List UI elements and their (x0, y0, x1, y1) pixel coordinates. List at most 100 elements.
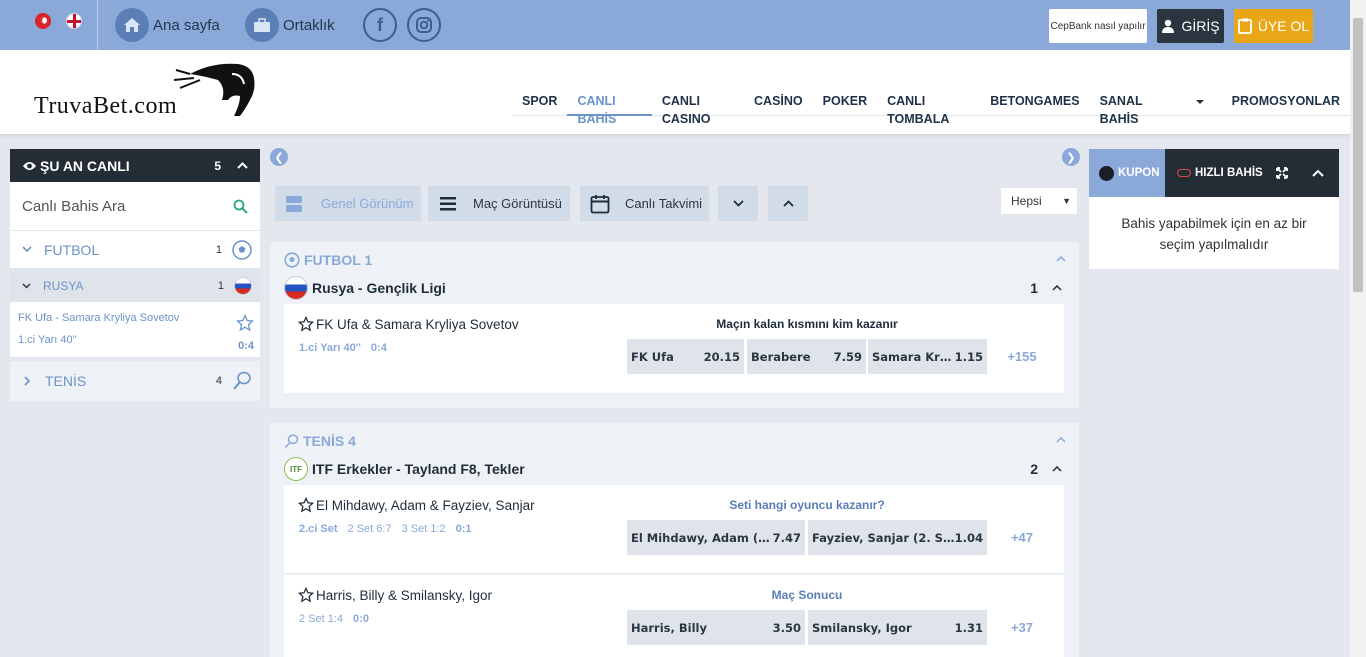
match-view-button[interactable]: Maç Görüntüsü (428, 186, 570, 221)
match-card[interactable]: FK Ufa & Samara Kryliya Sovetov 1.ci Yar… (284, 304, 1064, 393)
match-card[interactable]: Harris, Billy & Smilansky, Igor 2 Set 1:… (284, 575, 1064, 657)
tab-quick-bet[interactable]: HIZLI BAHİS (1165, 149, 1263, 197)
sidebar-match-time: 1.ci Yarı 40'' (18, 334, 77, 346)
odd-button[interactable]: FK Ufa 20.15 (627, 339, 744, 374)
tennis-racket-icon (233, 371, 251, 390)
cepbank-button[interactable]: CepBank nasıl yapılır (1049, 9, 1147, 43)
partner-link[interactable]: Ortaklık (245, 8, 335, 42)
clipboard-icon (1237, 18, 1252, 34)
sport-label: TENİS (45, 373, 87, 389)
tab-coupon[interactable]: KUPON (1089, 149, 1165, 197)
odd-button[interactable]: El Mihdawy, Adam (2. S... 7.47 (627, 520, 805, 555)
star-icon[interactable] (298, 497, 314, 513)
chevron-up-icon[interactable] (1056, 256, 1066, 262)
live-search-input[interactable]: Canlı Bahis Ara (22, 198, 125, 215)
more-markets-button[interactable]: +37 (992, 610, 1052, 645)
sidebar-sport-tenis[interactable]: TENİS 4 (10, 361, 260, 401)
carousel-next-button[interactable]: ❯ (1062, 148, 1080, 166)
sport-count: 4 (215, 375, 222, 387)
odd-button[interactable]: Fayziev, Sanjar (2. Set) 1.04 (808, 520, 987, 555)
odd-value: 1.31 (954, 620, 983, 635)
odd-value: 3.50 (772, 620, 801, 635)
country-count: 1 (217, 279, 224, 292)
league-name: ITF Erkekler - Tayland F8, Tekler (312, 461, 525, 477)
caret-down-icon: ▼ (1062, 196, 1071, 206)
more-markets-button[interactable]: +47 (992, 520, 1052, 555)
match-card[interactable]: El Mihdawy, Adam & Fayziev, Sanjar 2.ci … (284, 485, 1064, 574)
odd-label: FK Ufa (631, 349, 674, 364)
expand-icon[interactable] (1276, 167, 1288, 179)
section-title[interactable]: TENİS 4 (284, 433, 356, 449)
odd-button[interactable]: Harris, Billy 3.50 (627, 610, 805, 645)
sidebar-match-score: 0:4 (238, 340, 254, 352)
match-name: El Mihdawy, Adam & Fayziev, Sanjar (298, 497, 535, 513)
nav-item-canli-casino[interactable]: CANLI CASINO (652, 92, 744, 126)
sidebar-live-match[interactable]: FK Ufa - Samara Kryliya Sovetov 1.ci Yar… (10, 302, 260, 357)
chevron-down-icon (22, 246, 32, 253)
chevron-up-icon[interactable] (1056, 437, 1066, 443)
more-markets-button[interactable]: +155 (992, 339, 1052, 374)
match-view-label: Maç Görüntüsü (473, 196, 562, 211)
chevron-up-icon[interactable] (1312, 170, 1324, 177)
league-header[interactable]: Rusya - Gençlik Ligi 1 (284, 273, 1064, 303)
turkish-flag-icon[interactable] (35, 13, 51, 29)
chevron-up-icon[interactable] (237, 162, 248, 169)
nav-item-casino[interactable]: CASİNO (744, 92, 813, 116)
filter-select[interactable]: Hepsi ▼ (1000, 187, 1078, 215)
odd-button[interactable]: Smilansky, Igor 1.31 (808, 610, 987, 645)
nav-item-sanal-bahis[interactable]: SANAL BAHİS (1090, 92, 1178, 126)
general-view-icon (286, 195, 302, 212)
divider (97, 0, 98, 50)
toggle-icon (1177, 169, 1191, 177)
league-header[interactable]: ITF ITF Erkekler - Tayland F8, Tekler 2 (284, 454, 1064, 484)
nav-item-canli-bahis[interactable]: CANLI BAHİS (567, 92, 652, 126)
live-now-header[interactable]: ŞU AN CANLI 5 (10, 149, 260, 182)
match-name-label: Harris, Billy & Smilansky, Igor (316, 587, 493, 603)
sidebar-sport-futbol[interactable]: FUTBOL 1 (10, 230, 260, 268)
market-title: Maçın kalan kısmını kim kazanır (716, 317, 898, 331)
nav-item-betongames[interactable]: BETONGAMES (980, 92, 1089, 116)
star-icon[interactable] (236, 314, 254, 332)
live-calendar-button[interactable]: Canlı Takvimi (580, 186, 709, 221)
expand-all-button[interactable] (768, 186, 808, 221)
home-link[interactable]: Ana sayfa (115, 8, 220, 42)
coupon-dot-icon (1099, 165, 1114, 181)
instagram-icon[interactable] (407, 8, 441, 42)
itf-logo-icon: ITF (284, 457, 308, 481)
home-icon (115, 8, 149, 42)
chevron-up-icon[interactable] (1052, 466, 1062, 472)
odd-value: 7.59 (833, 349, 862, 364)
general-view-button[interactable]: Genel Görünüm (275, 186, 421, 221)
carousel-prev-button[interactable]: ❮ (270, 148, 288, 166)
football-icon (232, 239, 252, 260)
match-meta: 2 Set 1:4 0:0 (299, 613, 369, 625)
nav-item-canli-tombala[interactable]: CANLI TOMBALA (877, 92, 980, 126)
section-title[interactable]: FUTBOL 1 (284, 252, 372, 268)
league-count: 1 (1030, 280, 1038, 296)
search-icon[interactable] (233, 199, 248, 214)
login-button[interactable]: GİRİŞ (1157, 9, 1224, 43)
sidebar-country-rusya[interactable]: RUSYA 1 (10, 269, 260, 302)
football-icon (284, 252, 300, 268)
english-flag-icon[interactable] (66, 13, 82, 29)
scrollbar-thumb[interactable] (1353, 18, 1363, 292)
chevron-up-icon[interactable] (1052, 285, 1062, 291)
register-label: ÜYE OL (1257, 18, 1310, 34)
site-logo[interactable]: TruvaBet.com (34, 60, 259, 124)
live-search[interactable]: Canlı Bahis Ara (10, 182, 260, 230)
star-icon[interactable] (298, 316, 314, 332)
market-title: Maç Sonucu (771, 588, 843, 602)
odd-button[interactable]: Samara Kryli... 1.15 (868, 339, 987, 374)
nav-item-poker[interactable]: POKER (813, 92, 877, 116)
match-view-icon (440, 196, 456, 210)
register-button[interactable]: ÜYE OL (1234, 9, 1313, 43)
facebook-icon[interactable]: f (363, 8, 397, 42)
star-icon[interactable] (298, 587, 314, 603)
nav-item-spor[interactable]: SPOR (512, 92, 567, 116)
general-view-label: Genel Görünüm (321, 196, 414, 211)
collapse-all-button[interactable] (718, 186, 758, 221)
nav-more-dropdown[interactable] (1178, 92, 1222, 116)
home-label: Ana sayfa (153, 16, 220, 34)
nav-item-promosyonlar[interactable]: PROMOSYONLAR (1222, 92, 1350, 116)
odd-button[interactable]: Berabere 7.59 (747, 339, 866, 374)
